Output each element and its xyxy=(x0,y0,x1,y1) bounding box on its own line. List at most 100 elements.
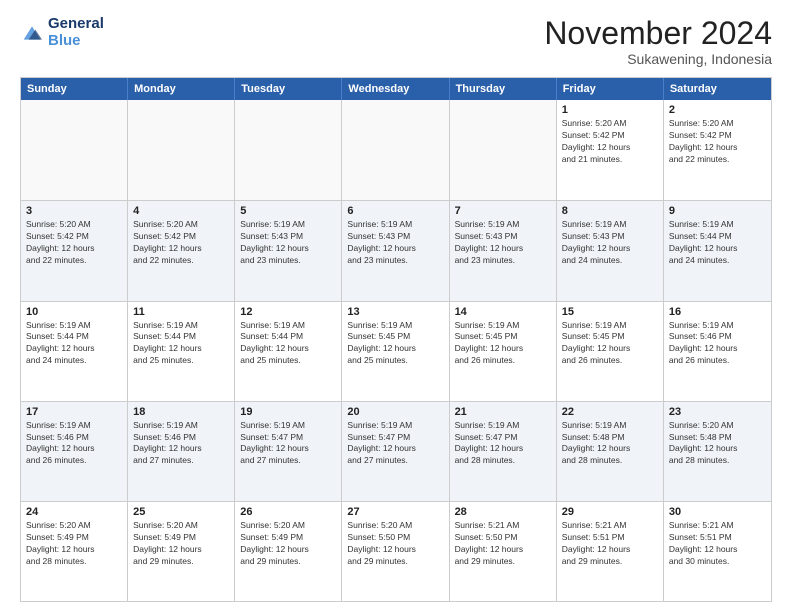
day-number: 21 xyxy=(455,406,551,418)
calendar-cell: 10Sunrise: 5:19 AM Sunset: 5:44 PM Dayli… xyxy=(21,302,128,401)
day-number: 18 xyxy=(133,406,229,418)
day-info: Sunrise: 5:19 AM Sunset: 5:46 PM Dayligh… xyxy=(133,420,229,468)
day-info: Sunrise: 5:19 AM Sunset: 5:46 PM Dayligh… xyxy=(26,420,122,468)
day-number: 19 xyxy=(240,406,336,418)
day-info: Sunrise: 5:21 AM Sunset: 5:51 PM Dayligh… xyxy=(562,520,658,568)
header-day-thursday: Thursday xyxy=(450,78,557,100)
calendar-cell: 15 Sunrise: 5:19 AM Sunset: 5:45 PM Dayli… xyxy=(557,302,664,401)
calendar-cell: 25 Sunrise: 5:20 AM Sunset: 5:49 PM Dayli… xyxy=(128,502,235,601)
calendar-cell: 17 Sunrise: 5:19 AM Sunset: 5:46 PM Dayli… xyxy=(21,402,128,501)
calendar-cell: 28Sunrise: 5:21 AM Sunset: 5:50 PM Dayli… xyxy=(450,502,557,601)
calendar-cell: 5 Sunrise: 5:19 AM Sunset: 5:43 PM Daylig… xyxy=(235,201,342,300)
day-number: 30 xyxy=(669,506,766,518)
day-number: 2 xyxy=(669,104,766,116)
day-number: 5 xyxy=(240,205,336,217)
header-day-tuesday: Tuesday xyxy=(235,78,342,100)
day-number: 13 xyxy=(347,306,443,318)
day-info: Sunrise: 5:19 AM Sunset: 5:47 PM Dayligh… xyxy=(455,420,551,468)
day-number: 12 xyxy=(240,306,336,318)
day-number: 26 xyxy=(240,506,336,518)
calendar-cell: 14Sunrise: 5:19 AM Sunset: 5:45 PM Dayli… xyxy=(450,302,557,401)
day-number: 11 xyxy=(133,306,229,318)
day-info: Sunrise: 5:19 AM Sunset: 5:44 PM Dayligh… xyxy=(26,320,122,368)
calendar-cell: 21 Sunrise: 5:19 AM Sunset: 5:47 PM Dayli… xyxy=(450,402,557,501)
calendar-header: SundayMondayTuesdayWednesdayThursdayFrid… xyxy=(21,78,771,100)
calendar-cell: 23Sunrise: 5:20 AM Sunset: 5:48 PM Dayli… xyxy=(664,402,771,501)
day-number: 8 xyxy=(562,205,658,217)
calendar-cell: 12 Sunrise: 5:19 AM Sunset: 5:44 PM Dayli… xyxy=(235,302,342,401)
calendar-row-1: 1 Sunrise: 5:20 AM Sunset: 5:42 PM Daylig… xyxy=(21,100,771,200)
header-day-sunday: Sunday xyxy=(21,78,128,100)
calendar-row-4: 17 Sunrise: 5:19 AM Sunset: 5:46 PM Dayli… xyxy=(21,401,771,501)
calendar-cell xyxy=(450,100,557,200)
logo-icon xyxy=(20,23,44,43)
calendar-cell: 4 Sunrise: 5:20 AM Sunset: 5:42 PM Daylig… xyxy=(128,201,235,300)
calendar-cell: 7Sunrise: 5:19 AM Sunset: 5:43 PM Daylig… xyxy=(450,201,557,300)
day-info: Sunrise: 5:20 AM Sunset: 5:49 PM Dayligh… xyxy=(26,520,122,568)
day-number: 25 xyxy=(133,506,229,518)
day-number: 24 xyxy=(26,506,122,518)
calendar-cell: 19 Sunrise: 5:19 AM Sunset: 5:47 PM Dayli… xyxy=(235,402,342,501)
calendar-cell: 29 Sunrise: 5:21 AM Sunset: 5:51 PM Dayli… xyxy=(557,502,664,601)
header-day-monday: Monday xyxy=(128,78,235,100)
day-number: 7 xyxy=(455,205,551,217)
day-number: 15 xyxy=(562,306,658,318)
calendar-cell xyxy=(128,100,235,200)
day-info: Sunrise: 5:19 AM Sunset: 5:45 PM Dayligh… xyxy=(347,320,443,368)
header-day-wednesday: Wednesday xyxy=(342,78,449,100)
calendar-cell: 18 Sunrise: 5:19 AM Sunset: 5:46 PM Dayli… xyxy=(128,402,235,501)
day-info: Sunrise: 5:19 AM Sunset: 5:45 PM Dayligh… xyxy=(562,320,658,368)
calendar-cell: 3 Sunrise: 5:20 AM Sunset: 5:42 PM Daylig… xyxy=(21,201,128,300)
calendar-cell: 9Sunrise: 5:19 AM Sunset: 5:44 PM Daylig… xyxy=(664,201,771,300)
day-number: 22 xyxy=(562,406,658,418)
day-info: Sunrise: 5:19 AM Sunset: 5:47 PM Dayligh… xyxy=(347,420,443,468)
location-subtitle: Sukawening, Indonesia xyxy=(544,51,772,67)
calendar-cell: 24 Sunrise: 5:20 AM Sunset: 5:49 PM Dayli… xyxy=(21,502,128,601)
calendar-cell: 16 Sunrise: 5:19 AM Sunset: 5:46 PM Dayli… xyxy=(664,302,771,401)
day-info: Sunrise: 5:20 AM Sunset: 5:42 PM Dayligh… xyxy=(133,219,229,267)
month-title: November 2024 xyxy=(544,16,772,51)
day-info: Sunrise: 5:21 AM Sunset: 5:50 PM Dayligh… xyxy=(455,520,551,568)
calendar-cell: 27 Sunrise: 5:20 AM Sunset: 5:50 PM Dayli… xyxy=(342,502,449,601)
calendar-cell xyxy=(21,100,128,200)
day-number: 27 xyxy=(347,506,443,518)
day-number: 16 xyxy=(669,306,766,318)
calendar-cell: 6 Sunrise: 5:19 AM Sunset: 5:43 PM Daylig… xyxy=(342,201,449,300)
day-number: 6 xyxy=(347,205,443,217)
header-day-saturday: Saturday xyxy=(664,78,771,100)
calendar: SundayMondayTuesdayWednesdayThursdayFrid… xyxy=(20,77,772,602)
calendar-cell: 26 Sunrise: 5:20 AM Sunset: 5:49 PM Dayli… xyxy=(235,502,342,601)
calendar-body: 1 Sunrise: 5:20 AM Sunset: 5:42 PM Daylig… xyxy=(21,100,771,601)
day-info: Sunrise: 5:21 AM Sunset: 5:51 PM Dayligh… xyxy=(669,520,766,568)
day-info: Sunrise: 5:19 AM Sunset: 5:43 PM Dayligh… xyxy=(347,219,443,267)
calendar-cell xyxy=(235,100,342,200)
header-day-friday: Friday xyxy=(557,78,664,100)
day-info: Sunrise: 5:19 AM Sunset: 5:43 PM Dayligh… xyxy=(562,219,658,267)
day-number: 1 xyxy=(562,104,658,116)
day-info: Sunrise: 5:19 AM Sunset: 5:47 PM Dayligh… xyxy=(240,420,336,468)
day-info: Sunrise: 5:20 AM Sunset: 5:48 PM Dayligh… xyxy=(669,420,766,468)
calendar-row-5: 24 Sunrise: 5:20 AM Sunset: 5:49 PM Dayli… xyxy=(21,501,771,601)
day-info: Sunrise: 5:20 AM Sunset: 5:50 PM Dayligh… xyxy=(347,520,443,568)
day-number: 4 xyxy=(133,205,229,217)
day-number: 17 xyxy=(26,406,122,418)
day-info: Sunrise: 5:19 AM Sunset: 5:44 PM Dayligh… xyxy=(240,320,336,368)
day-number: 3 xyxy=(26,205,122,217)
day-info: Sunrise: 5:20 AM Sunset: 5:49 PM Dayligh… xyxy=(240,520,336,568)
day-info: Sunrise: 5:20 AM Sunset: 5:42 PM Dayligh… xyxy=(562,118,658,166)
title-block: November 2024 Sukawening, Indonesia xyxy=(544,16,772,67)
calendar-row-3: 10Sunrise: 5:19 AM Sunset: 5:44 PM Dayli… xyxy=(21,301,771,401)
day-number: 20 xyxy=(347,406,443,418)
day-info: Sunrise: 5:19 AM Sunset: 5:45 PM Dayligh… xyxy=(455,320,551,368)
calendar-cell: 30 Sunrise: 5:21 AM Sunset: 5:51 PM Dayli… xyxy=(664,502,771,601)
day-number: 29 xyxy=(562,506,658,518)
calendar-cell: 11Sunrise: 5:19 AM Sunset: 5:44 PM Dayli… xyxy=(128,302,235,401)
day-info: Sunrise: 5:19 AM Sunset: 5:46 PM Dayligh… xyxy=(669,320,766,368)
calendar-row-2: 3 Sunrise: 5:20 AM Sunset: 5:42 PM Daylig… xyxy=(21,200,771,300)
day-info: Sunrise: 5:19 AM Sunset: 5:43 PM Dayligh… xyxy=(240,219,336,267)
day-info: Sunrise: 5:20 AM Sunset: 5:42 PM Dayligh… xyxy=(26,219,122,267)
calendar-cell: 22 Sunrise: 5:19 AM Sunset: 5:48 PM Dayli… xyxy=(557,402,664,501)
calendar-cell: 1 Sunrise: 5:20 AM Sunset: 5:42 PM Daylig… xyxy=(557,100,664,200)
day-info: Sunrise: 5:19 AM Sunset: 5:48 PM Dayligh… xyxy=(562,420,658,468)
day-info: Sunrise: 5:20 AM Sunset: 5:49 PM Dayligh… xyxy=(133,520,229,568)
